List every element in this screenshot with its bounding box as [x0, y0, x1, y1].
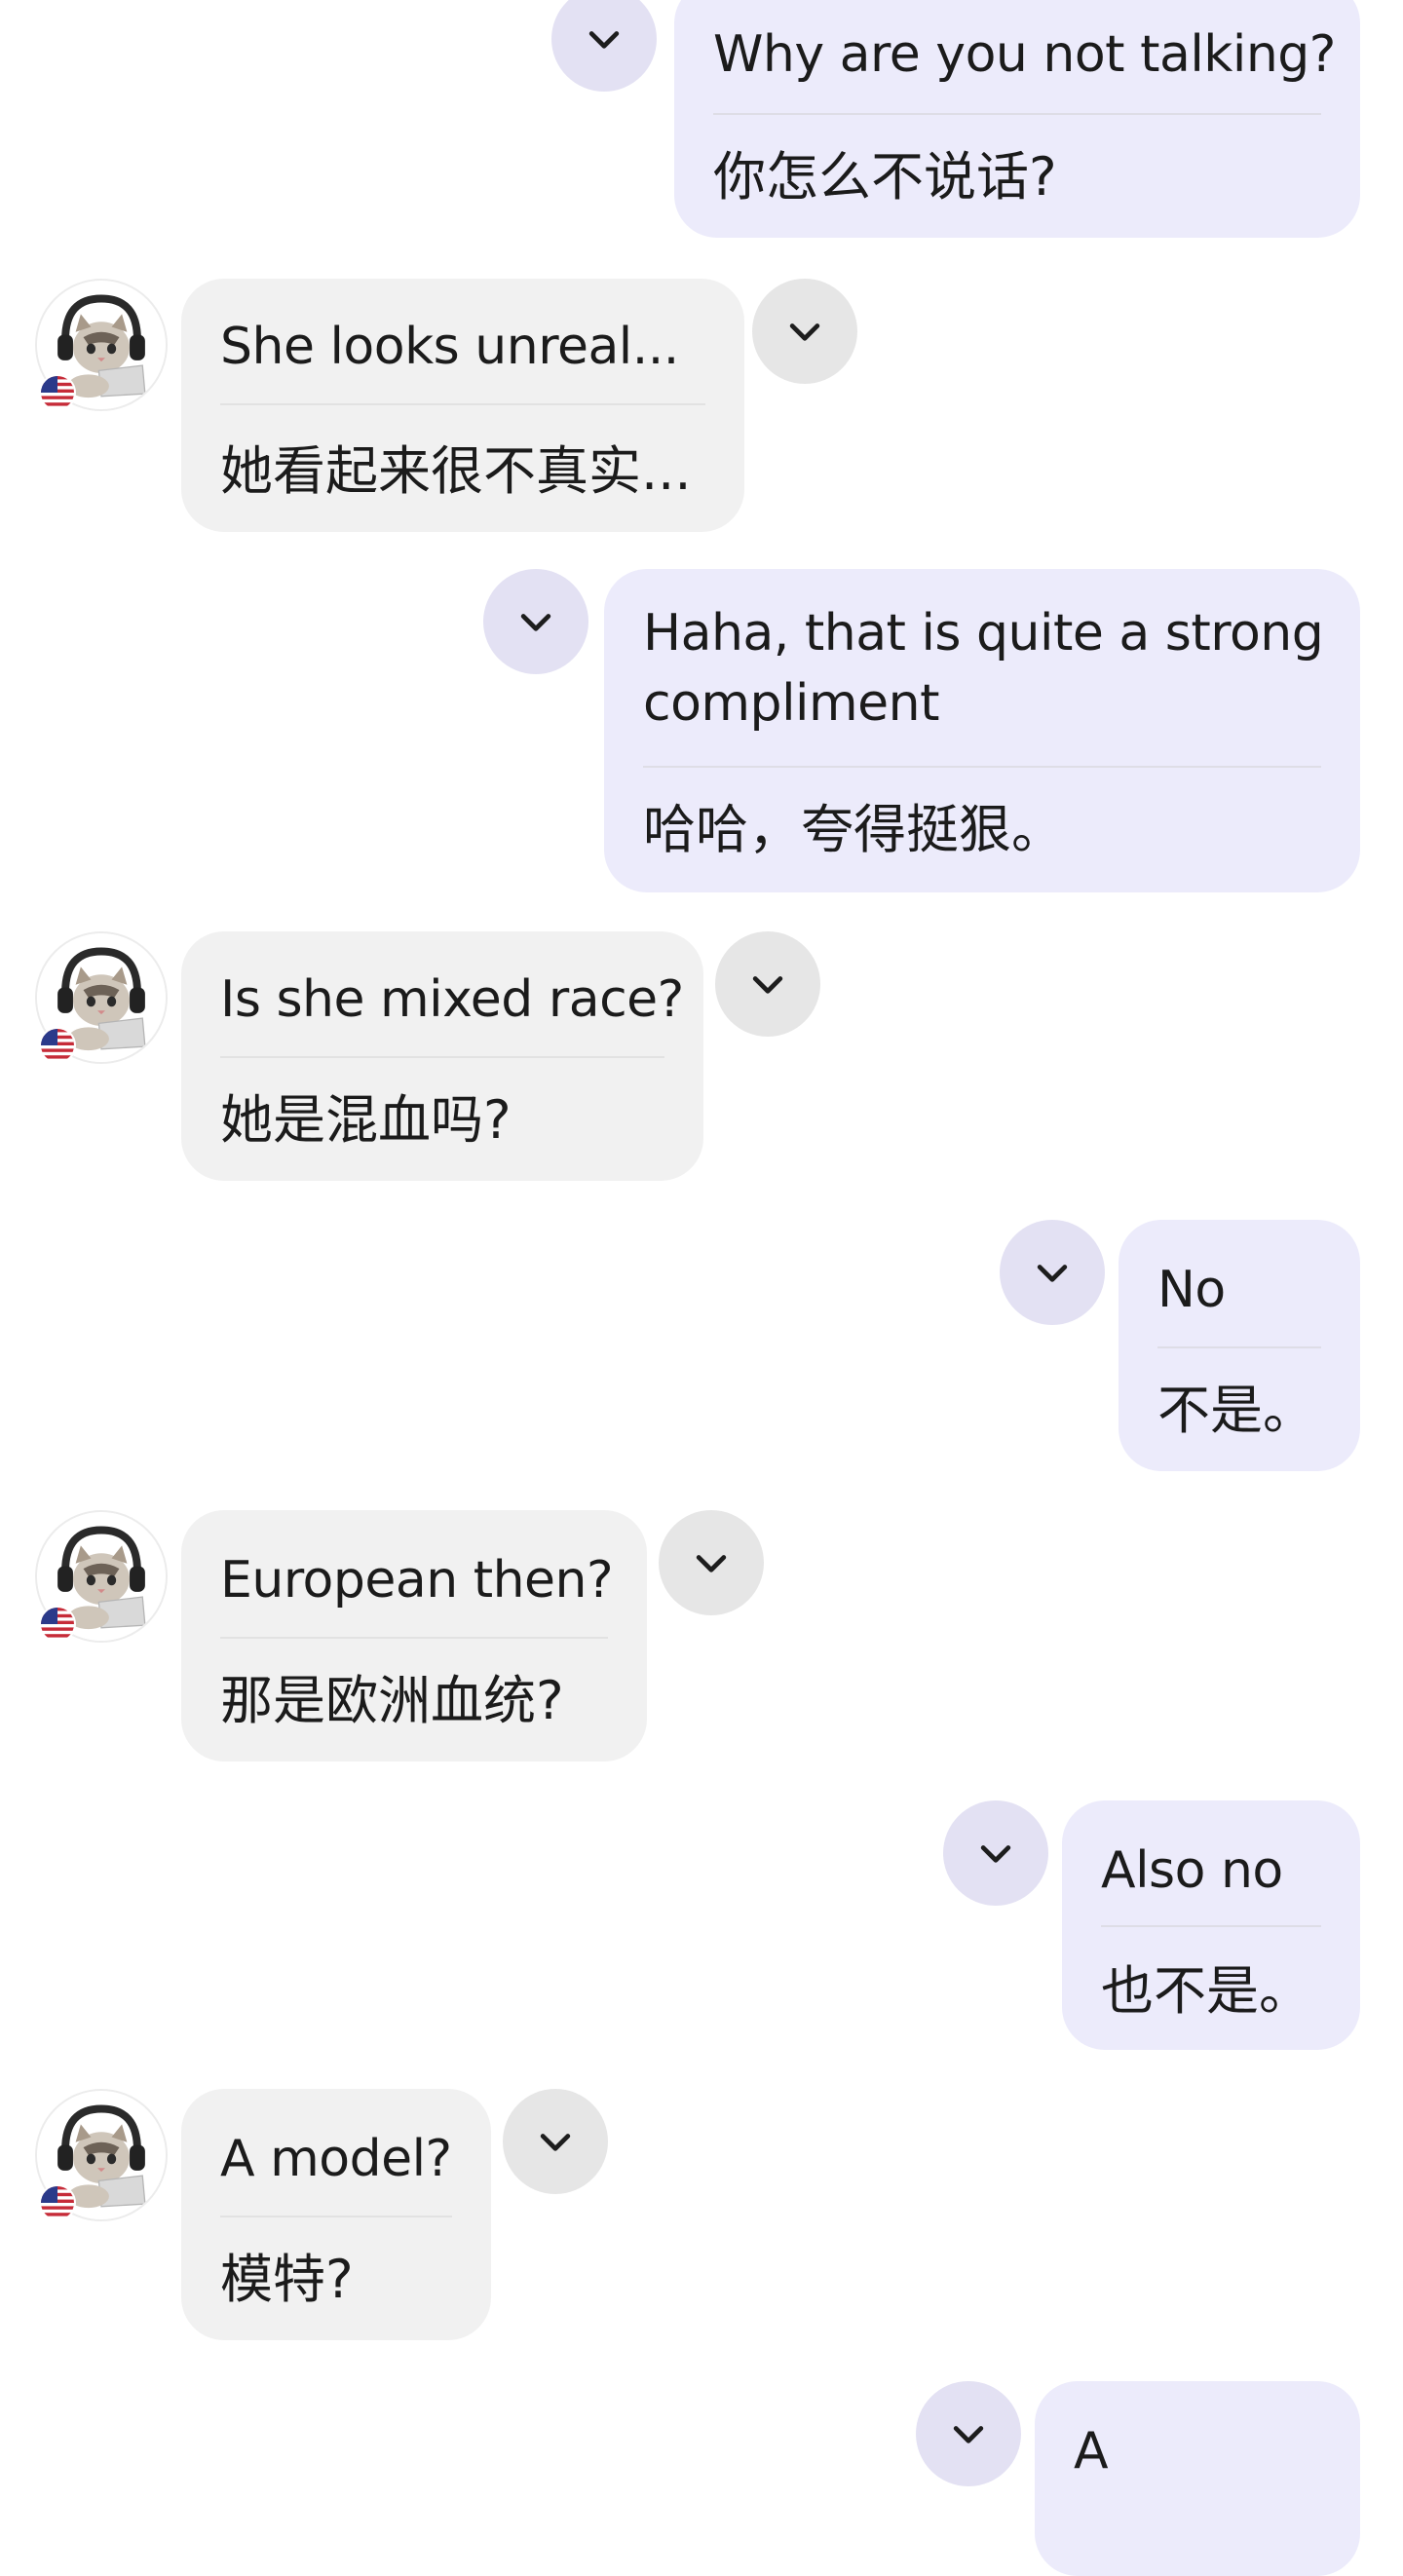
message-bubble[interactable]: She looks unreal... 她看起来很不真实... [181, 279, 744, 532]
us-flag-icon [39, 374, 76, 411]
expand-toggle-button[interactable] [1000, 1220, 1105, 1325]
us-flag-icon [39, 1027, 76, 1064]
message-bubble[interactable]: A [1035, 2381, 1360, 2576]
translation-divider [1101, 1925, 1321, 1927]
message-translation: 她是混血吗? [220, 1089, 512, 1151]
message-text: Why are you not talking? [713, 25, 1336, 84]
chevron-down-icon [534, 2120, 577, 2163]
expand-toggle-button[interactable] [715, 931, 820, 1037]
message-bubble[interactable]: Haha, that is quite a strong compliment … [604, 569, 1360, 892]
message-translation: 哈哈，夸得挺狠。 [643, 799, 1064, 860]
translation-divider [220, 403, 705, 405]
expand-toggle-button[interactable] [916, 2381, 1021, 2486]
expand-toggle-button[interactable] [503, 2089, 608, 2194]
translation-divider [713, 113, 1321, 115]
translation-divider [220, 1056, 664, 1058]
chevron-down-icon [690, 1541, 733, 1584]
message-text: A [1074, 2422, 1109, 2481]
message-translation: 你怎么不说话? [713, 146, 1057, 208]
message-bubble[interactable]: European then? 那是欧洲血统? [181, 1510, 647, 1762]
message-text-line-2: compliment [643, 674, 939, 733]
translation-divider [220, 1637, 608, 1639]
message-bubble[interactable]: A model? 模特? [181, 2089, 491, 2340]
expand-toggle-button[interactable] [752, 279, 857, 384]
chevron-down-icon [514, 600, 557, 643]
expand-toggle-button[interactable] [483, 569, 588, 674]
message-text: Is she mixed race? [220, 970, 684, 1029]
message-translation: 模特? [220, 2249, 354, 2310]
message-bubble[interactable]: Why are you not talking? 你怎么不说话? [674, 0, 1360, 238]
message-translation: 那是欧洲血统? [220, 1670, 564, 1731]
message-text-line-1: Haha, that is quite a strong [643, 604, 1324, 663]
us-flag-icon [39, 1606, 76, 1643]
message-translation: 她看起来很不真实... [220, 440, 692, 502]
message-translation: 也不是。 [1101, 1960, 1311, 2022]
expand-toggle-button[interactable] [659, 1510, 764, 1615]
expand-toggle-button[interactable] [551, 0, 657, 92]
translation-divider [643, 766, 1321, 768]
chevron-down-icon [947, 2412, 990, 2455]
message-text: Also no [1101, 1841, 1283, 1900]
message-bubble[interactable]: Is she mixed race? 她是混血吗? [181, 931, 703, 1181]
expand-toggle-button[interactable] [943, 1800, 1048, 1906]
chevron-down-icon [974, 1832, 1017, 1875]
message-bubble[interactable]: Also no 也不是。 [1062, 1800, 1360, 2050]
message-text: She looks unreal... [220, 318, 679, 376]
message-text: European then? [220, 1551, 614, 1610]
message-text: A model? [220, 2130, 452, 2188]
chevron-down-icon [1031, 1251, 1074, 1294]
translation-divider [1157, 1346, 1321, 1348]
translation-divider [220, 2216, 452, 2217]
chevron-down-icon [783, 310, 826, 353]
message-bubble[interactable]: No 不是。 [1119, 1220, 1360, 1471]
message-text: No [1157, 1261, 1226, 1319]
chevron-down-icon [746, 963, 789, 1005]
us-flag-icon [39, 2184, 76, 2221]
chevron-down-icon [583, 18, 626, 60]
message-translation: 不是。 [1157, 1380, 1315, 1441]
